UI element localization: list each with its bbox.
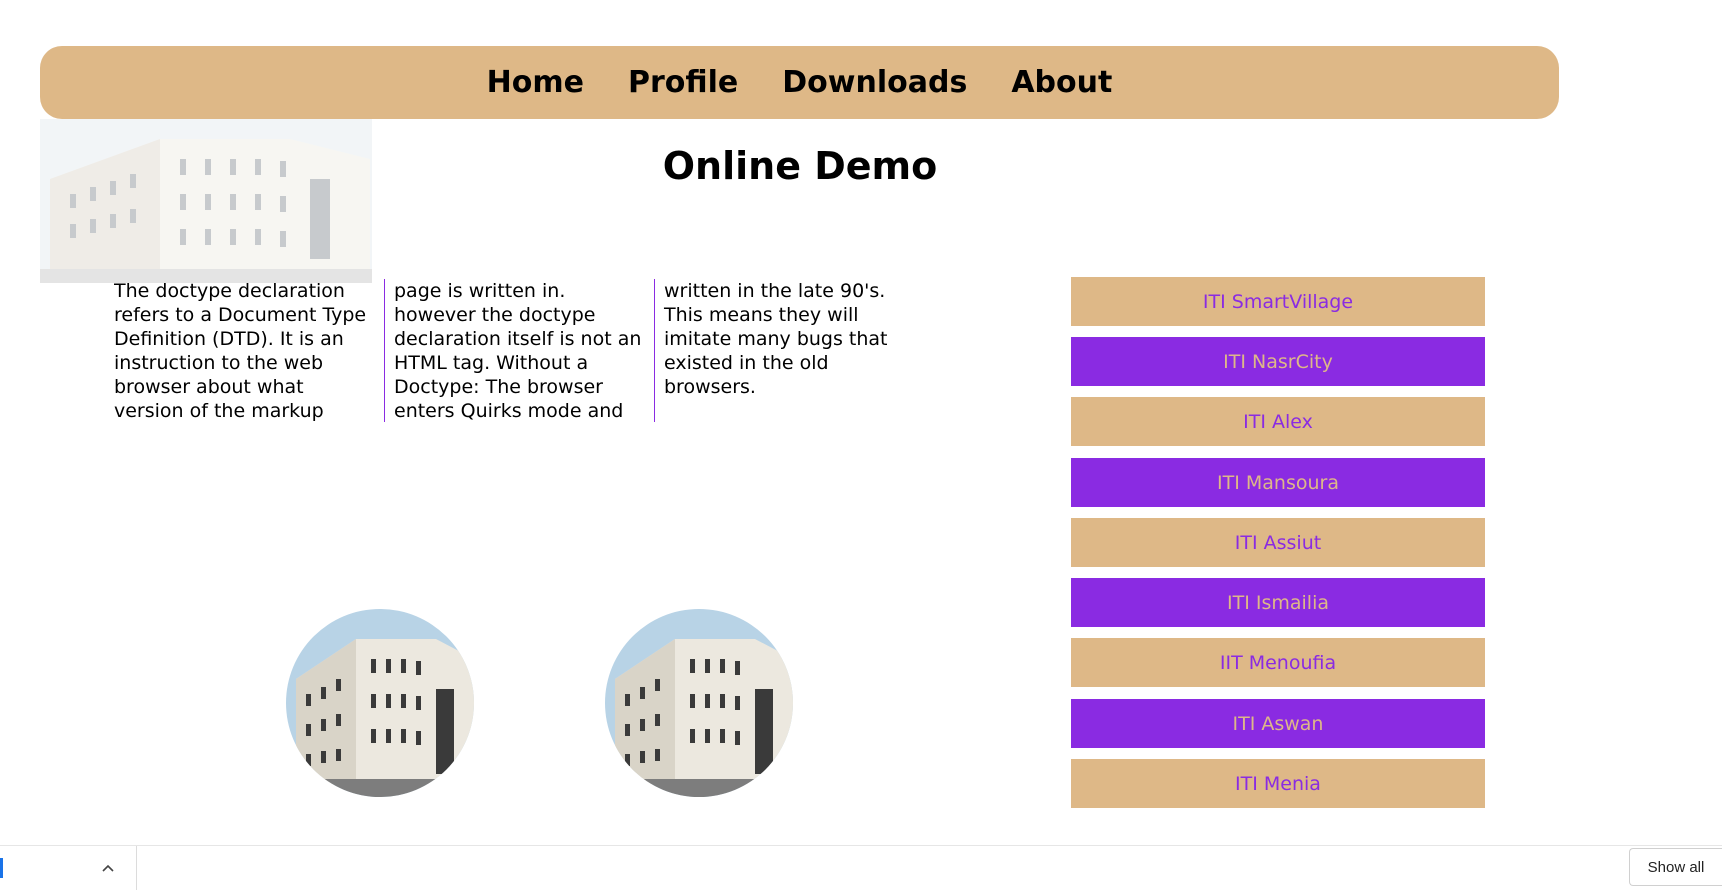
main-navbar: Home Profile Downloads About [40, 46, 1559, 119]
page-title: Online Demo [662, 144, 938, 188]
nav-home-link[interactable]: Home [487, 65, 584, 100]
article-column-1: The doctype declaration refers to a Docu… [114, 280, 367, 422]
article-columns: The doctype declaration refers to a Docu… [114, 279, 974, 422]
chevron-up-icon[interactable] [98, 858, 118, 878]
branch-button-smartvillage[interactable]: ITI SmartVillage [1071, 277, 1485, 326]
nav-profile-link[interactable]: Profile [628, 65, 738, 100]
branch-button-assiut[interactable]: ITI Assiut [1071, 518, 1485, 567]
download-item-edge [0, 858, 3, 878]
show-all-button[interactable]: Show all [1629, 848, 1722, 886]
branch-button-aswan[interactable]: ITI Aswan [1071, 699, 1485, 748]
article-column-3: written in the late 90's. This means the… [654, 279, 924, 422]
branch-button-mansoura[interactable]: ITI Mansoura [1071, 458, 1485, 507]
branch-button-alex[interactable]: ITI Alex [1071, 397, 1485, 446]
building-photo-circle-2 [605, 609, 793, 797]
branch-button-nasrcity[interactable]: ITI NasrCity [1071, 337, 1485, 386]
article-column-2: page is written in. however the doctype … [384, 279, 654, 422]
downloads-bar [0, 845, 1722, 891]
building-photo-circle-1 [286, 609, 474, 797]
branch-button-ismailia[interactable]: ITI Ismailia [1071, 578, 1485, 627]
branch-button-menoufia[interactable]: IIT Menoufia [1071, 638, 1485, 687]
nav-about-link[interactable]: About [1011, 65, 1112, 100]
branch-button-menia[interactable]: ITI Menia [1071, 759, 1485, 808]
downloads-divider [136, 846, 137, 890]
nav-downloads-link[interactable]: Downloads [782, 65, 967, 100]
